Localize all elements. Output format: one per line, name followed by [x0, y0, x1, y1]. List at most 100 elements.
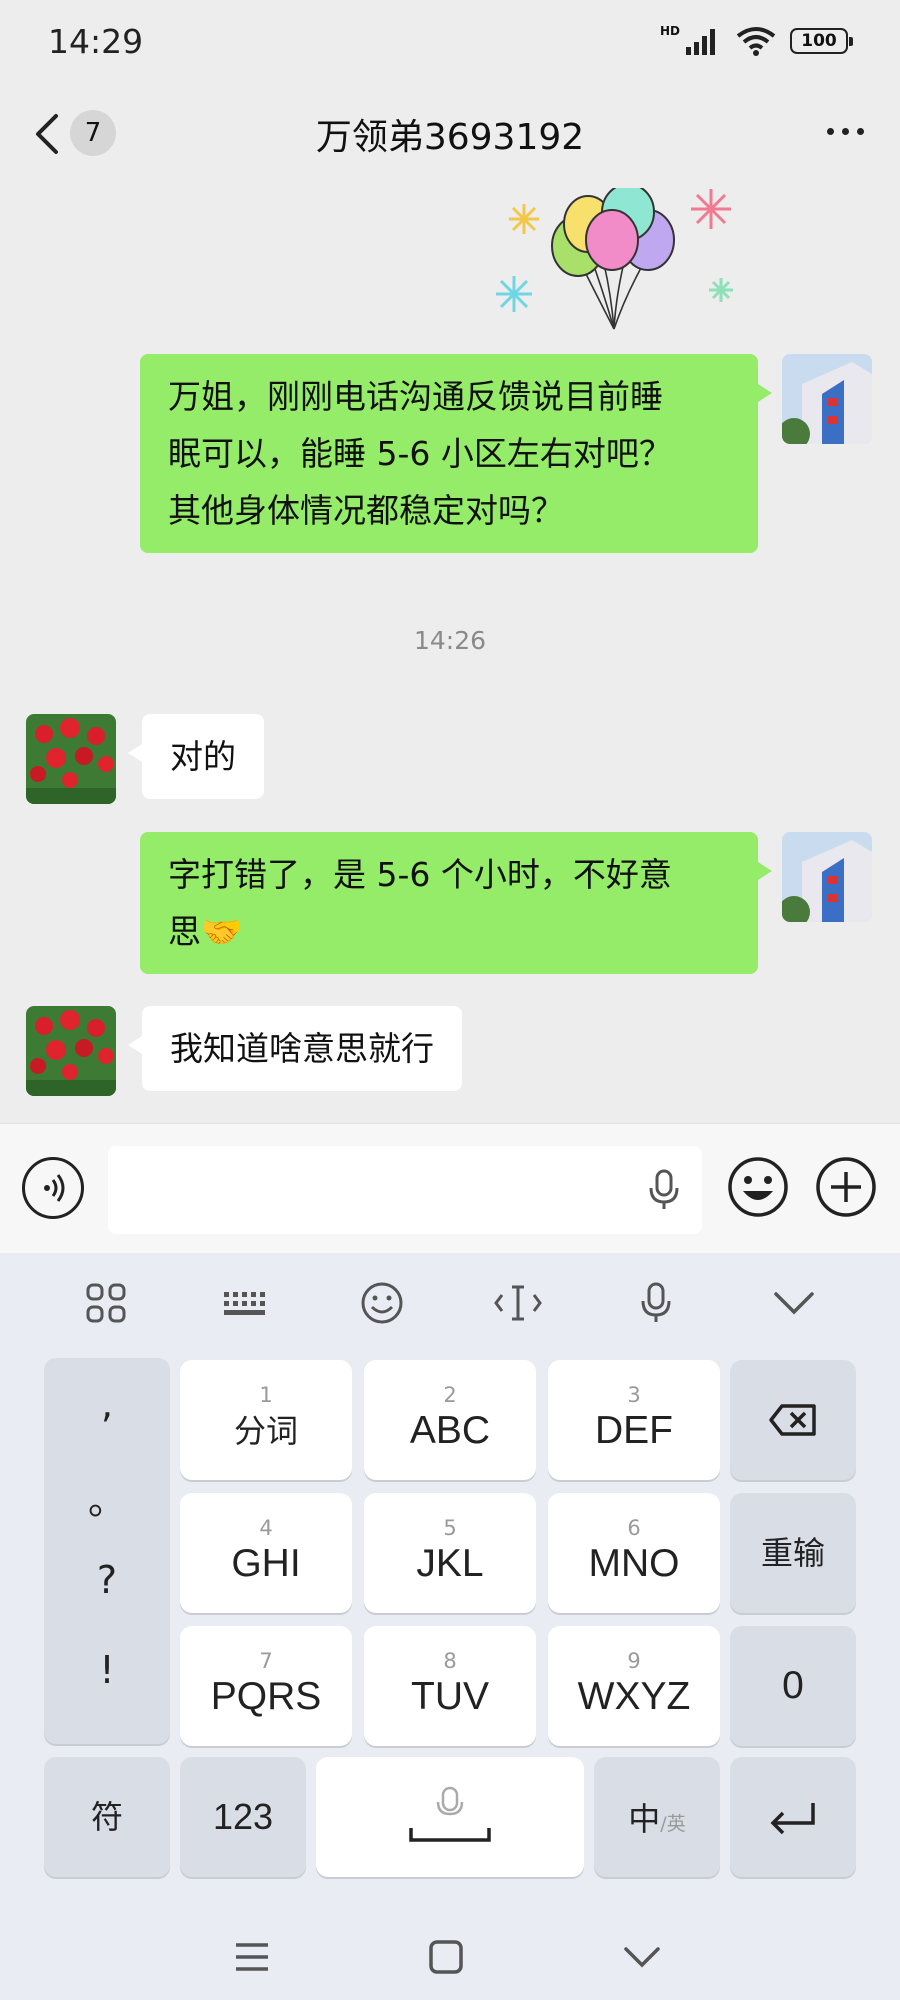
- space-key[interactable]: [316, 1757, 584, 1877]
- key-7-pqrs[interactable]: 7 PQRS: [180, 1626, 352, 1746]
- key-number: 6: [627, 1516, 641, 1540]
- balloons-sticker: [496, 188, 733, 330]
- punct-comma[interactable]: ,: [44, 1382, 170, 1426]
- enter-icon: [770, 1803, 815, 1835]
- microphone-icon: [641, 1282, 671, 1322]
- voice-input-toggle[interactable]: [22, 1157, 84, 1219]
- status-time: 14:29: [48, 22, 144, 61]
- key-label: 重输: [760, 1534, 825, 1572]
- key-number: 2: [443, 1383, 457, 1407]
- keyboard-layout-icon[interactable]: [214, 1275, 274, 1331]
- ime-keyboard: , 。 ? ! 1 分词 2 ABC 3 DEF 4 GHI 5 JKL 6 M…: [0, 1253, 900, 2000]
- key-label: JKL: [416, 1542, 484, 1585]
- key-6-mno[interactable]: 6 MNO: [548, 1493, 720, 1613]
- hd-indicator: HD: [659, 24, 680, 38]
- numbers-key[interactable]: 123: [180, 1757, 306, 1877]
- chat-header: 7 万领弟3693192: [0, 88, 900, 188]
- punctuation-list[interactable]: , 。 ? !: [44, 1358, 170, 1744]
- language-switch-key[interactable]: 中 /英: [594, 1757, 720, 1877]
- key-number: 1: [259, 1383, 273, 1407]
- key-number: 7: [259, 1649, 273, 1673]
- received-message-bubble[interactable]: 我知道啥意思就行: [128, 1006, 462, 1091]
- keyboard-menu-icon[interactable]: [76, 1275, 136, 1331]
- key-2-abc[interactable]: 2 ABC: [364, 1360, 536, 1480]
- key-label: 分词: [233, 1412, 298, 1450]
- key-label: WXYZ: [577, 1675, 691, 1718]
- key-label: ABC: [409, 1409, 491, 1452]
- input-bar: [0, 1123, 900, 1253]
- hide-keyboard-icon[interactable]: [764, 1275, 824, 1331]
- backspace-key[interactable]: [730, 1360, 856, 1480]
- emoji-icon[interactable]: [726, 1155, 790, 1219]
- chevron-down-icon: [774, 1292, 814, 1315]
- key-label: GHI: [231, 1542, 301, 1585]
- signal-icon: [686, 29, 715, 55]
- key-label: 符: [90, 1798, 123, 1836]
- message-timestamp: 14:26: [413, 626, 487, 655]
- key-number: 5: [443, 1516, 457, 1540]
- sent-message-bubble[interactable]: 万姐，刚刚电话沟通反馈说目前睡 眠可以，能睡 5-6 小区左右对吧？ 其他身体情…: [140, 354, 772, 553]
- key-number: 9: [627, 1649, 641, 1673]
- key-label: 中: [628, 1800, 661, 1838]
- message-text-line: 其他身体情况都稳定对吗？: [168, 491, 564, 530]
- message-text-line: 思🤝: [168, 912, 243, 951]
- key-4-ghi[interactable]: 4 GHI: [180, 1493, 352, 1613]
- key-label: 0: [782, 1664, 804, 1707]
- key-5-jkl[interactable]: 5 JKL: [364, 1493, 536, 1613]
- battery-icon: 100: [790, 28, 853, 54]
- text-cursor-icon: [494, 1285, 542, 1321]
- back-nav-chevron-icon[interactable]: [622, 1943, 662, 1973]
- smiley-icon: [361, 1282, 403, 1324]
- sent-message-bubble[interactable]: 字打错了，是 5-6 个小时，不好意 思🤝: [140, 832, 772, 974]
- message-text-line: 眠可以，能睡 5-6 小区左右对吧？: [168, 434, 672, 473]
- punct-period[interactable]: 。: [44, 1470, 170, 1525]
- keyboard-voice-icon[interactable]: [626, 1275, 686, 1331]
- key-9-wxyz[interactable]: 9 WXYZ: [548, 1626, 720, 1746]
- cursor-edit-icon[interactable]: [488, 1275, 548, 1331]
- menu-nav-icon[interactable]: [232, 1939, 272, 1975]
- enter-key[interactable]: [730, 1757, 856, 1877]
- contact-avatar[interactable]: [26, 1006, 116, 1096]
- keyboard-icon: [224, 1292, 265, 1315]
- key-3-def[interactable]: 3 DEF: [548, 1360, 720, 1480]
- key-label: 123: [212, 1796, 274, 1837]
- received-message-bubble[interactable]: 对的: [128, 714, 264, 799]
- plus-icon[interactable]: [814, 1155, 878, 1219]
- zero-key[interactable]: 0: [730, 1626, 856, 1746]
- reinput-key[interactable]: 重输: [730, 1493, 856, 1613]
- key-label: TUV: [411, 1675, 489, 1718]
- contact-avatar[interactable]: [26, 714, 116, 804]
- status-bar: 14:29 HD 100: [0, 0, 900, 88]
- key-number: 4: [259, 1516, 273, 1540]
- key-8-tuv[interactable]: 8 TUV: [364, 1626, 536, 1746]
- system-nav-bar: [0, 1913, 900, 2000]
- space-mic-icon: [409, 1786, 491, 1842]
- more-options-icon[interactable]: [827, 128, 864, 135]
- punct-exclamation[interactable]: !: [44, 1648, 170, 1692]
- message-text: 我知道啥意思就行: [170, 1029, 434, 1068]
- grid-icon: [86, 1283, 126, 1323]
- wifi-icon: [736, 27, 776, 56]
- key-label: PQRS: [210, 1675, 322, 1718]
- key-label: DEF: [595, 1409, 673, 1452]
- punct-question[interactable]: ?: [44, 1558, 170, 1602]
- message-text-line: 字打错了，是 5-6 个小时，不好意: [168, 855, 672, 894]
- voice-wave-icon: [44, 1174, 65, 1202]
- battery-level: 100: [801, 31, 837, 51]
- key-sublabel: /英: [660, 1812, 686, 1835]
- my-avatar[interactable]: [782, 354, 872, 444]
- message-list: 万姐，刚刚电话沟通反馈说目前睡 眠可以，能睡 5-6 小区左右对吧？ 其他身体情…: [0, 188, 900, 1123]
- symbols-key[interactable]: 符: [44, 1757, 170, 1877]
- message-text: 对的: [170, 737, 236, 776]
- message-text-line: 万姐，刚刚电话沟通反馈说目前睡: [168, 377, 663, 416]
- key-label: MNO: [588, 1542, 680, 1585]
- key-number: 3: [627, 1383, 641, 1407]
- home-nav-icon[interactable]: [426, 1937, 466, 1977]
- message-input[interactable]: [108, 1146, 702, 1234]
- keyboard-emoji-icon[interactable]: [352, 1275, 412, 1331]
- microphone-icon[interactable]: [648, 1168, 680, 1212]
- key-number: 8: [443, 1649, 457, 1673]
- my-avatar[interactable]: [782, 832, 872, 922]
- key-1-fenci[interactable]: 1 分词: [180, 1360, 352, 1480]
- chat-title: 万领弟3693192: [315, 117, 585, 158]
